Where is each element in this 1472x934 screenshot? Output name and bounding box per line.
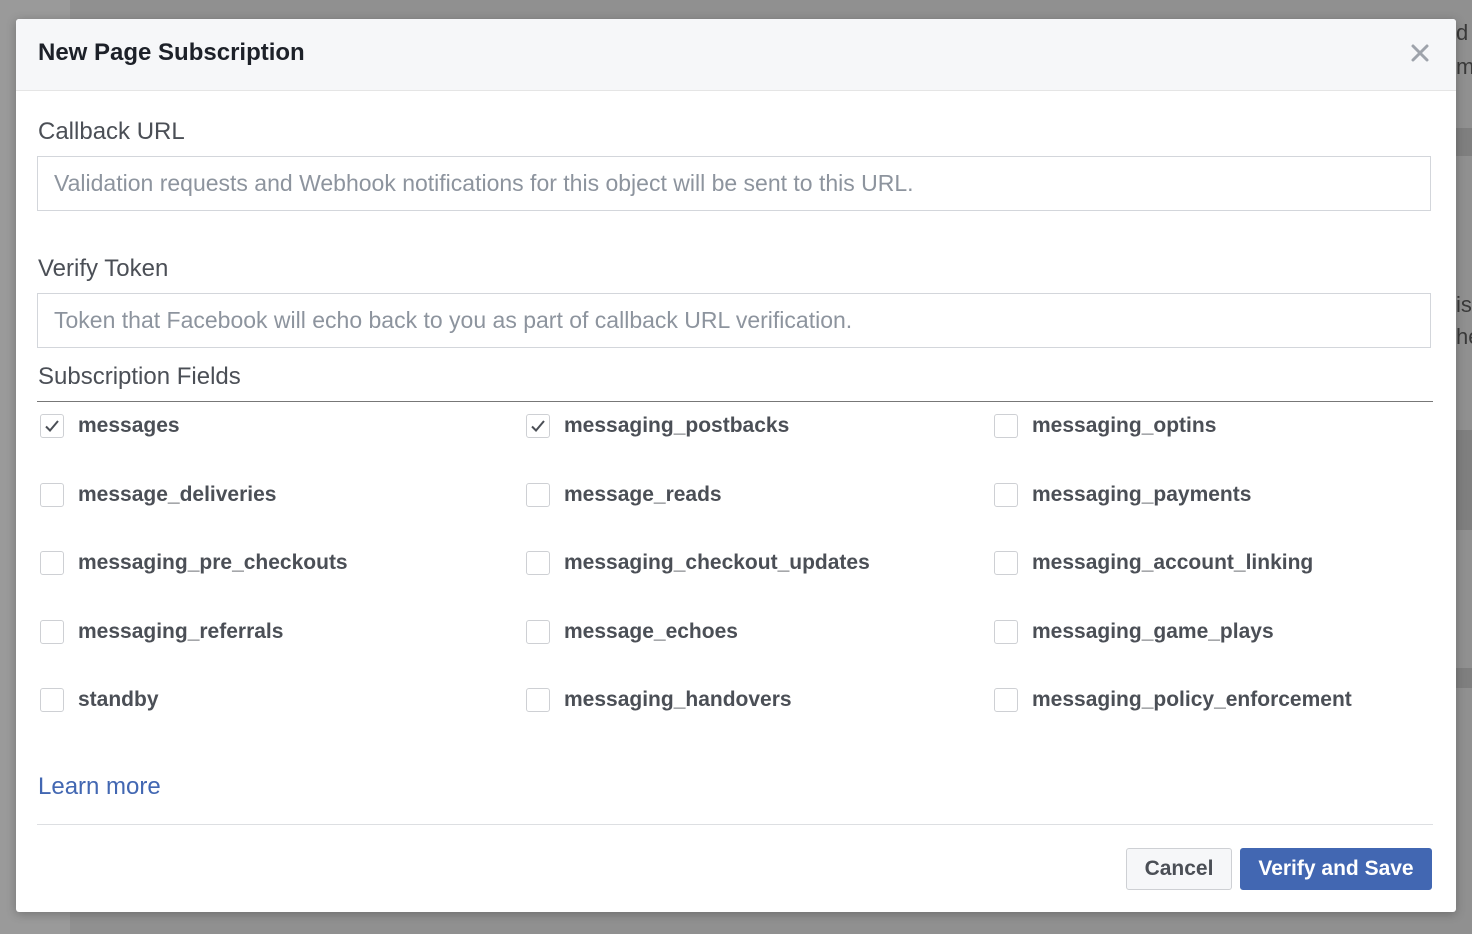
checkbox[interactable] xyxy=(526,483,550,507)
subscription-field-messaging-referrals[interactable]: messaging_referrals xyxy=(40,615,283,649)
footer-divider xyxy=(37,824,1433,825)
callback-url-label: Callback URL xyxy=(38,118,185,145)
callback-url-input[interactable] xyxy=(37,156,1431,211)
background-text: he xyxy=(1456,324,1472,349)
checkbox-label: messaging_referrals xyxy=(78,620,284,643)
checkbox-label: message_reads xyxy=(564,483,722,506)
background-text: is xyxy=(1456,292,1472,317)
verify-token-label: Verify Token xyxy=(38,255,169,282)
subscription-field-messaging-account-linking[interactable]: messaging_account_linking xyxy=(994,546,1313,580)
checkbox-label: messaging_account_linking xyxy=(1032,551,1314,574)
checkbox[interactable] xyxy=(526,414,550,438)
backdrop-bar xyxy=(1454,430,1472,530)
subscription-field-messaging-optins[interactable]: messaging_optins xyxy=(994,409,1216,443)
background-text: m xyxy=(1456,54,1472,79)
subscription-field-message-reads[interactable]: message_reads xyxy=(526,478,722,512)
checkbox-label: messaging_payments xyxy=(1032,483,1252,506)
new-page-subscription-dialog: New Page Subscription Callback URL Verif… xyxy=(16,19,1456,912)
checkbox[interactable] xyxy=(40,551,64,575)
checkbox[interactable] xyxy=(40,414,64,438)
checkbox-label: messaging_checkout_updates xyxy=(564,551,870,574)
checkbox[interactable] xyxy=(526,620,550,644)
checkbox[interactable] xyxy=(526,551,550,575)
checkbox[interactable] xyxy=(40,483,64,507)
checkbox-label: message_echoes xyxy=(564,620,738,643)
background-text: d xyxy=(1456,20,1469,45)
divider xyxy=(37,401,1433,402)
checkmark-icon xyxy=(45,420,59,432)
checkbox-label: messaging_policy_enforcement xyxy=(1032,688,1352,711)
checkbox-label: messaging_pre_checkouts xyxy=(78,551,348,574)
cancel-button[interactable]: Cancel xyxy=(1126,848,1232,890)
checkbox-label: message_deliveries xyxy=(78,483,277,506)
checkbox[interactable] xyxy=(994,620,1018,644)
checkbox-label: messaging_postbacks xyxy=(564,414,790,437)
verify-and-save-button[interactable]: Verify and Save xyxy=(1240,848,1432,890)
dialog-title: New Page Subscription xyxy=(38,39,305,66)
subscription-field-messaging-policy-enforcement[interactable]: messaging_policy_enforcement xyxy=(994,683,1352,717)
subscription-field-messages[interactable]: messages xyxy=(40,409,180,443)
subscription-fields-label: Subscription Fields xyxy=(38,363,241,390)
checkbox[interactable] xyxy=(994,414,1018,438)
checkbox[interactable] xyxy=(994,688,1018,712)
learn-more-link[interactable]: Learn more xyxy=(38,773,161,801)
subscription-field-messaging-pre-checkouts[interactable]: messaging_pre_checkouts xyxy=(40,546,348,580)
checkbox-label: messaging_optins xyxy=(1032,414,1217,437)
checkbox[interactable] xyxy=(40,688,64,712)
close-button[interactable] xyxy=(1404,37,1436,69)
verify-token-input[interactable] xyxy=(37,293,1431,348)
checkbox[interactable] xyxy=(994,483,1018,507)
checkbox-label: messaging_handovers xyxy=(564,688,792,711)
checkbox-label: standby xyxy=(78,688,159,711)
checkbox-label: messaging_game_plays xyxy=(1032,620,1274,643)
subscription-field-standby[interactable]: standby xyxy=(40,683,159,717)
dialog-header: New Page Subscription xyxy=(16,19,1456,91)
checkbox[interactable] xyxy=(994,551,1018,575)
subscription-field-message-deliveries[interactable]: message_deliveries xyxy=(40,478,276,512)
checkbox[interactable] xyxy=(526,688,550,712)
subscription-field-messaging-checkout-updates[interactable]: messaging_checkout_updates xyxy=(526,546,870,580)
close-icon xyxy=(1411,44,1429,62)
checkmark-icon xyxy=(531,420,545,432)
checkbox-label: messages xyxy=(78,414,180,437)
subscription-field-messaging-payments[interactable]: messaging_payments xyxy=(994,478,1251,512)
backdrop-bar xyxy=(1454,128,1472,156)
subscription-field-messaging-postbacks[interactable]: messaging_postbacks xyxy=(526,409,789,443)
subscription-field-messaging-handovers[interactable]: messaging_handovers xyxy=(526,683,792,717)
backdrop-bar xyxy=(1454,668,1472,688)
checkbox[interactable] xyxy=(40,620,64,644)
subscription-field-messaging-game-plays[interactable]: messaging_game_plays xyxy=(994,615,1274,649)
subscription-field-message-echoes[interactable]: message_echoes xyxy=(526,615,738,649)
